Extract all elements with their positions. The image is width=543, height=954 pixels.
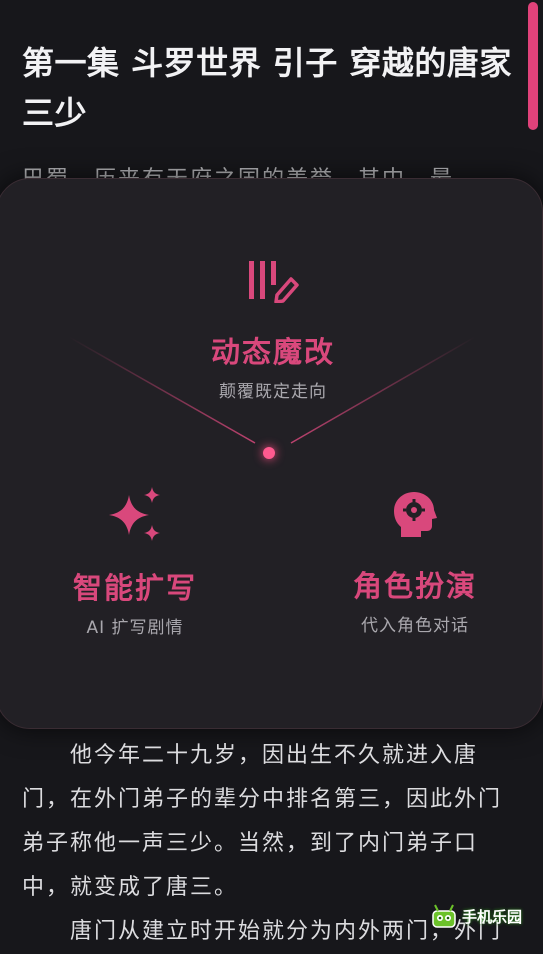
- feature-subtitle: 代入角色对话: [361, 616, 469, 636]
- feature-subtitle: AI 扩写剧情: [86, 618, 184, 638]
- edit-pen-icon: [249, 261, 299, 303]
- center-dot: [263, 447, 275, 459]
- android-logo-icon: [432, 904, 456, 928]
- scrollbar-thumb[interactable]: [528, 2, 538, 130]
- chapter-title: 第一集 斗罗世界 引子 穿越的唐家三少: [22, 44, 512, 132]
- feature-dynamic-edit[interactable]: 动态魔改 颠覆既定走向: [173, 259, 373, 402]
- chapter-paragraph: 他今年二十九岁，因出生不久就进入唐门，在外门弟子的辈分中排名第三，因此外门弟子称…: [22, 743, 503, 900]
- feature-roleplay[interactable]: 角色扮演 代入角色对话: [315, 491, 515, 636]
- ai-feature-panel: 动态魔改 颠覆既定走向 智能扩写 AI 扩写剧情 角色扮演 代入角色对话: [0, 178, 543, 729]
- feature-ai-expand[interactable]: 智能扩写 AI 扩写剧情: [35, 487, 235, 638]
- feature-title: 动态魔改: [210, 335, 335, 369]
- feature-title: 智能扩写: [72, 571, 197, 605]
- feature-subtitle: 颠覆既定走向: [219, 382, 327, 402]
- sparkle-icon: [109, 487, 160, 541]
- feature-title: 角色扮演: [352, 569, 477, 603]
- watermark-text: 手机乐园: [462, 907, 523, 926]
- head-gear-icon: [394, 492, 437, 537]
- watermark-logo: 手机乐园: [430, 901, 535, 931]
